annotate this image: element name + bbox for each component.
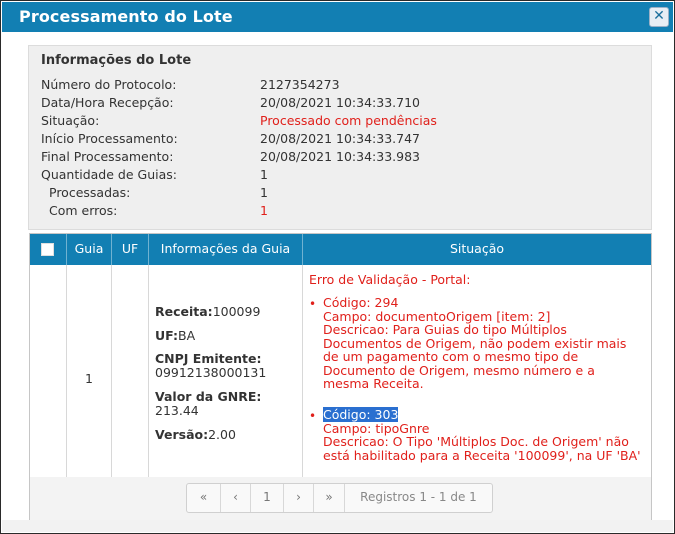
row-select-cell [30, 265, 67, 477]
select-all-header [30, 234, 67, 265]
last-page-button[interactable]: » [314, 484, 345, 512]
error-line: de um pagamento com o mesmo tipo de [323, 349, 579, 364]
error-line: Campo: documentoOrigem [item: 2] [323, 308, 551, 324]
uf-value: BA [178, 328, 196, 343]
pagination: « ‹ 1 › » Registros 1 - 1 de 1 [186, 483, 493, 513]
bullet-marker: • [309, 409, 317, 423]
field-value: 1 [260, 167, 268, 182]
column-header-uf[interactable]: UF [112, 234, 149, 265]
table-row[interactable]: 1 Receita:100099 UF:BA CNPJ Emitente: 099… [30, 265, 651, 477]
error-block: Código: 303 Campo: tipoGnre Descricao: O… [323, 407, 641, 463]
field-value: 2127354273 [260, 77, 340, 92]
error-code: Código: 303 [323, 407, 641, 422]
cnpj-label: CNPJ Emitente: [155, 351, 262, 366]
selected-error-code: Código: 303 [323, 407, 399, 422]
error-line: Descricao: Para Guias do tipo Múltiplos [323, 322, 567, 337]
field-label: Data/Hora Recepção: [41, 95, 174, 110]
close-icon[interactable]: ✕ [649, 7, 669, 27]
uf-label: UF: [155, 328, 179, 343]
dialog-titlebar: Processamento do Lote ✕ [2, 2, 673, 32]
field-value: 20/08/2021 10:34:33.983 [260, 149, 420, 164]
versao-label: Versão: [155, 427, 209, 442]
lote-info-panel: Informações do Lote Número do Protocolo:… [28, 45, 652, 230]
receita-label: Receita: [155, 304, 213, 319]
guia-number: 1 [85, 371, 93, 386]
error-block: Código: 294 Campo: documentoOrigem [item… [323, 296, 626, 391]
field-label: Processadas: [49, 185, 131, 200]
column-header-info[interactable]: Informações da Guia [149, 234, 303, 265]
field-value: 20/08/2021 10:34:33.710 [260, 95, 420, 110]
cnpj-info: CNPJ Emitente: 09912138000131 [155, 352, 266, 380]
table-header: Guia UF Informações da Guia Situação [30, 234, 651, 265]
error-line: mesma Receita. [323, 376, 424, 391]
receita-info: Receita:100099 [155, 305, 260, 319]
error-line: Documento de Origem, mesmo número e a [323, 362, 595, 378]
situacao-title: Erro de Validação - Portal: [309, 272, 471, 287]
field-label: Número do Protocolo: [41, 77, 177, 92]
error-count-value: 1 [260, 203, 268, 218]
dialog-title: Processamento do Lote [19, 7, 233, 26]
guias-table: Guia UF Informações da Guia Situação 1 R… [29, 233, 652, 523]
situacao-cell: Erro de Validação - Portal: • Código: 29… [303, 265, 651, 477]
column-header-situacao[interactable]: Situação [303, 234, 651, 265]
versao-info: Versão:2.00 [155, 428, 236, 442]
column-header-guia[interactable]: Guia [67, 234, 112, 265]
dialog-body: Informações do Lote Número do Protocolo:… [2, 32, 673, 532]
select-all-checkbox[interactable] [41, 243, 54, 256]
dialog-footer [2, 520, 673, 532]
receita-value: 100099 [212, 304, 261, 319]
bullet-marker: • [309, 297, 317, 311]
error-line: Campo: tipoGnre [323, 420, 430, 436]
field-value: 20/08/2021 10:34:33.747 [260, 131, 420, 146]
valor-value: 213.44 [155, 403, 199, 418]
guia-cell: 1 [67, 265, 112, 477]
records-info: Registros 1 - 1 de 1 [360, 490, 477, 504]
status-value: Processado com pendências [260, 113, 437, 128]
next-page-button[interactable]: › [284, 484, 314, 512]
field-label: Início Processamento: [41, 131, 178, 146]
valor-label: Valor da GNRE: [155, 389, 262, 404]
first-page-button[interactable]: « [187, 484, 221, 512]
error-line: está habilitado para a Receita '100099',… [323, 447, 641, 463]
dialog-window: Processamento do Lote ✕ Informações do L… [0, 0, 675, 534]
field-label: Quantidade de Guias: [41, 167, 177, 182]
field-label: Situação: [41, 113, 100, 128]
page-number-button[interactable]: 1 [251, 484, 284, 512]
field-value: 1 [260, 185, 268, 200]
field-label: Com erros: [49, 203, 118, 218]
field-label: Final Processamento: [41, 149, 174, 164]
guia-info-cell: Receita:100099 UF:BA CNPJ Emitente: 09912… [149, 265, 303, 477]
cnpj-value: 09912138000131 [155, 365, 267, 380]
error-line: Documentos de Origem, não podem existir … [323, 335, 627, 351]
prev-page-button[interactable]: ‹ [221, 484, 251, 512]
error-line: Descricao: O Tipo 'Múltiplos Doc. de Ori… [323, 434, 629, 449]
uf-info: UF:BA [155, 329, 195, 343]
versao-value: 2.00 [208, 427, 236, 442]
valor-info: Valor da GNRE: 213.44 [155, 390, 261, 418]
error-code: Código: 294 [323, 295, 399, 310]
lote-info-heading: Informações do Lote [41, 53, 192, 68]
uf-cell [112, 265, 149, 477]
